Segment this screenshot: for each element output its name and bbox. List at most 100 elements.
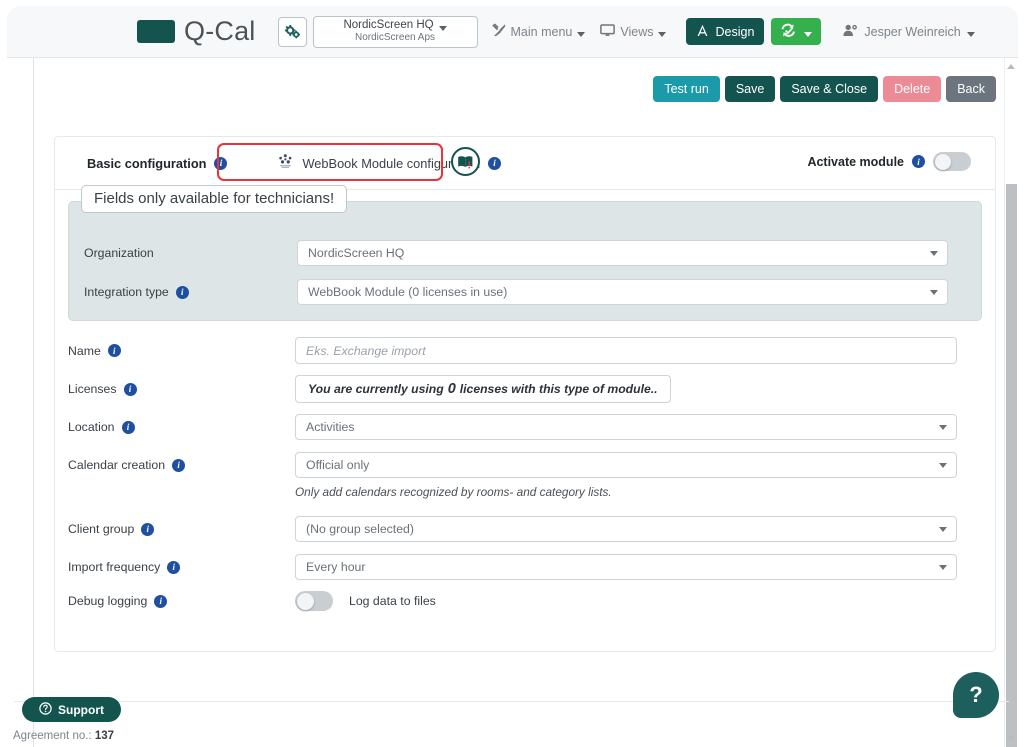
- tab-bar: Basic configuration i WebBook Module con…: [55, 137, 995, 190]
- info-icon[interactable]: i: [214, 156, 228, 170]
- organization-name: NordicScreen HQ: [343, 18, 434, 31]
- book-icon[interactable]: [451, 147, 480, 176]
- app-body: Test run Save Save & Close Delete Back B…: [7, 58, 1018, 747]
- calendar-creation-label-text: Calendar creation: [68, 458, 166, 472]
- organization-field-label: Organization: [69, 246, 297, 260]
- tools-icon: [491, 23, 506, 40]
- nav-main-menu-label: Main menu: [510, 24, 573, 39]
- save-button[interactable]: Save: [724, 76, 776, 102]
- delete-button[interactable]: Delete: [883, 76, 942, 102]
- agreement-label: Agreement no.:: [13, 730, 95, 742]
- save-and-close-button[interactable]: Save & Close: [780, 76, 879, 102]
- question-circle-icon: [39, 701, 52, 718]
- integration-type-field-label: Integration type i: [69, 285, 297, 299]
- caret-down-icon: [966, 32, 975, 37]
- help-bubble-icon: ?: [969, 682, 983, 707]
- caret-down-icon: [438, 26, 447, 32]
- logo-mark-icon: [137, 20, 175, 43]
- design-button-label: Design: [715, 24, 755, 39]
- info-icon[interactable]: i: [121, 420, 135, 434]
- design-button[interactable]: Design: [686, 18, 765, 45]
- left-rail: [7, 58, 34, 747]
- calendar-creation-helper-text: Only add calendars recognized by rooms- …: [295, 485, 612, 499]
- user-menu[interactable]: Jesper Weinreich: [843, 24, 975, 40]
- debug-logging-toggle[interactable]: [295, 591, 333, 611]
- location-select[interactable]: Activities: [295, 414, 957, 440]
- test-run-button[interactable]: Test run: [653, 76, 720, 102]
- agreement-number: Agreement no.: 137: [13, 730, 114, 742]
- location-label-text: Location: [68, 420, 115, 434]
- sync-check-icon: [780, 23, 797, 41]
- name-field-label: Name i: [55, 344, 295, 358]
- technician-fieldset-legend: Fields only available for technicians!: [81, 185, 348, 213]
- webbook-dots-icon: [277, 154, 294, 172]
- scroll-up-arrow-icon[interactable]: [1007, 64, 1015, 69]
- support-button-label: Support: [58, 702, 104, 717]
- activate-module-control: Activate module i: [807, 152, 971, 171]
- info-icon[interactable]: i: [175, 285, 189, 299]
- info-icon[interactable]: i: [107, 344, 121, 357]
- application-window: Q-Cal NordicScreen HQ NordicScreen Aps M…: [0, 0, 1027, 747]
- name-input[interactable]: Eks. Exchange import: [295, 337, 957, 364]
- back-button[interactable]: Back: [946, 76, 996, 102]
- client-group-label-text: Client group: [68, 522, 135, 536]
- organization-select-value: NordicScreen HQ: [308, 246, 405, 260]
- info-icon[interactable]: i: [123, 382, 137, 396]
- integration-type-select[interactable]: WebBook Module (0 licenses in use): [297, 279, 948, 305]
- name-input-placeholder: Eks. Exchange import: [306, 343, 426, 358]
- client-group-field-label: Client group i: [55, 522, 295, 536]
- import-frequency-label-text: Import frequency: [68, 560, 161, 574]
- calendar-creation-field-label: Calendar creation i: [55, 458, 295, 472]
- location-select-value: Activities: [306, 420, 355, 434]
- main-content: Test run Save Save & Close Delete Back B…: [35, 58, 1018, 747]
- toggle-knob: [934, 153, 951, 170]
- caret-down-icon: [658, 32, 667, 37]
- nav-main-menu[interactable]: Main menu: [491, 23, 586, 40]
- import-frequency-field-label: Import frequency i: [55, 560, 295, 574]
- settings-button[interactable]: [277, 16, 307, 47]
- technician-fieldset: Fields only available for technicians! O…: [68, 185, 982, 321]
- configuration-card: Basic configuration i WebBook Module con…: [54, 136, 996, 652]
- compass-icon: [696, 24, 709, 40]
- client-group-select-value: (No group selected): [306, 522, 414, 536]
- info-icon[interactable]: i: [488, 156, 502, 170]
- integration-type-select-value: WebBook Module (0 licenses in use): [308, 285, 508, 299]
- monitor-icon: [600, 23, 616, 40]
- location-field-label: Location i: [55, 420, 295, 434]
- licenses-text-before: You are currently using: [308, 382, 444, 396]
- tab-basic-configuration[interactable]: Basic configuration i: [73, 146, 242, 180]
- toggle-knob: [296, 592, 314, 610]
- sync-button[interactable]: [771, 18, 822, 45]
- info-icon[interactable]: i: [141, 522, 155, 536]
- scrollbar-thumb[interactable]: [1006, 184, 1017, 747]
- support-button[interactable]: Support: [22, 697, 121, 722]
- calendar-creation-select-value: Official only: [306, 458, 370, 472]
- licenses-text-after: licenses with this type of module..: [459, 382, 658, 396]
- licenses-label-text: Licenses: [68, 382, 117, 396]
- user-name: Jesper Weinreich: [864, 24, 961, 39]
- import-frequency-select[interactable]: Every hour: [295, 554, 957, 580]
- footer-divider: [14, 701, 1009, 702]
- brand: Q-Cal: [137, 16, 256, 47]
- cogs-icon: [284, 24, 300, 39]
- debug-logging-label-text: Debug logging: [68, 594, 148, 608]
- activate-module-label: Activate module: [807, 154, 904, 169]
- client-group-select[interactable]: (No group selected): [295, 516, 957, 542]
- integration-type-label-text: Integration type: [84, 285, 169, 299]
- info-icon[interactable]: i: [154, 594, 168, 608]
- organization-switcher[interactable]: NordicScreen HQ NordicScreen Aps: [312, 15, 478, 48]
- calendar-creation-select[interactable]: Official only: [295, 452, 957, 478]
- info-icon[interactable]: i: [167, 560, 181, 574]
- nav-views[interactable]: Views: [599, 23, 667, 40]
- organization-select[interactable]: NordicScreen HQ: [297, 240, 948, 266]
- help-bubble-button[interactable]: ?: [953, 672, 999, 718]
- name-label-text: Name: [68, 343, 101, 358]
- organization-subtitle: NordicScreen Aps: [354, 32, 436, 44]
- info-icon[interactable]: i: [172, 458, 186, 472]
- caret-down-icon: [804, 32, 813, 37]
- scroll-down-arrow-icon[interactable]: [1007, 736, 1015, 741]
- info-icon[interactable]: i: [912, 155, 925, 168]
- agreement-value: 137: [94, 730, 115, 742]
- vertical-scrollbar[interactable]: [1004, 58, 1018, 747]
- activate-module-toggle[interactable]: [933, 152, 971, 171]
